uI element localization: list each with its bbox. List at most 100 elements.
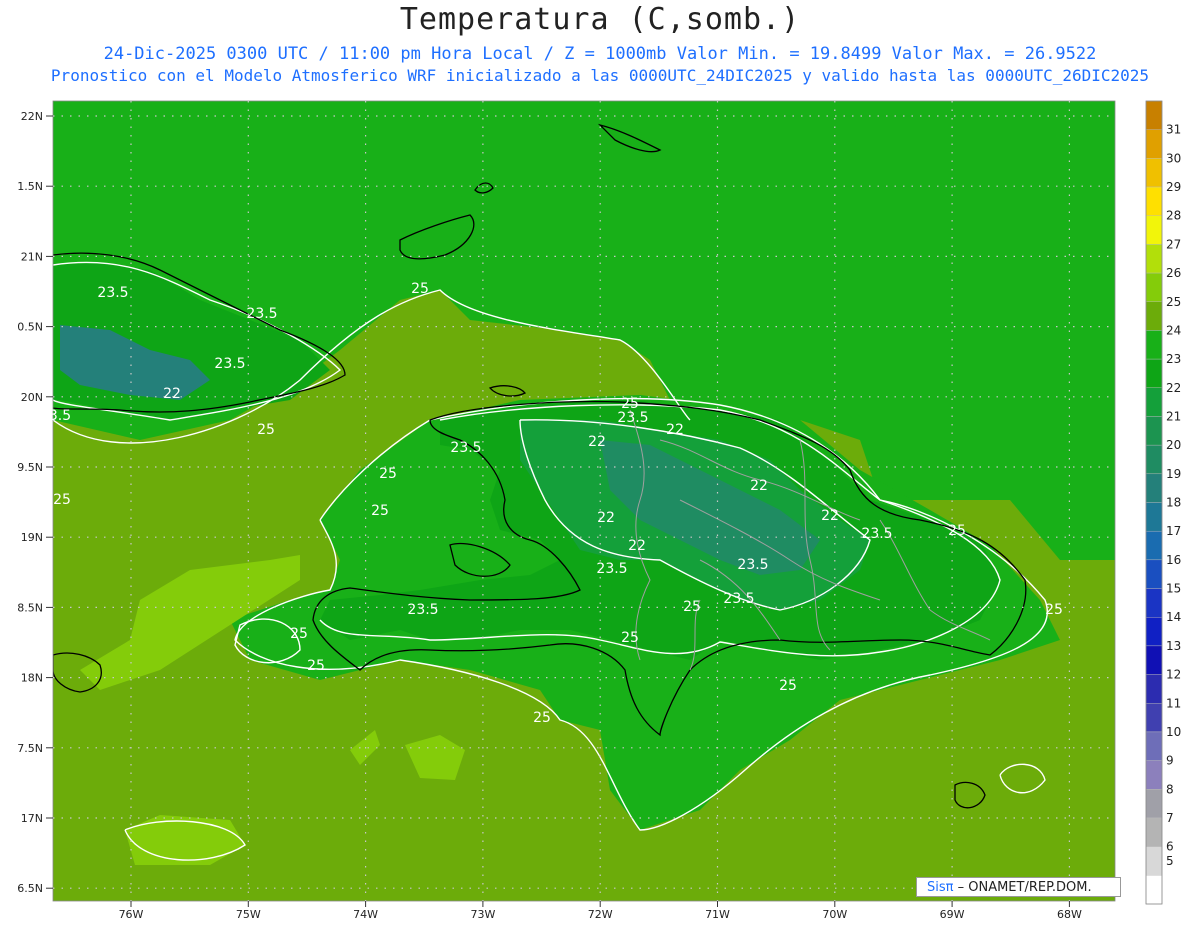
longitude-label: 68W (1057, 908, 1082, 921)
latitude-label: 9.5N (17, 461, 43, 474)
colorbar-swatch (1145, 645, 1163, 675)
contour-label: 25 (621, 630, 639, 646)
colorbar-swatch (1145, 129, 1163, 159)
contour-label: 23.5 (617, 410, 648, 426)
colorbar-swatch (1145, 617, 1163, 647)
latitude-label: 21N (21, 250, 43, 263)
sisp-logo: Sisπ (927, 880, 954, 895)
contour-label: 25 (379, 466, 397, 482)
latitude-label: 22N (21, 110, 43, 123)
latitude-label: 0.5N (17, 321, 43, 334)
contour-label: 25 (307, 658, 325, 674)
contour-label: 25 (371, 503, 389, 519)
temperature-map: 22N 1.5N 21N 0.5N 20N 9.5N 19N 8.5N 18N 7.5N 17N 6.… (17, 100, 1181, 921)
colorbar-swatch (1145, 760, 1163, 790)
colorbar-label: 19 (1166, 467, 1181, 481)
colorbar-swatch (1145, 703, 1163, 733)
colorbar-label: 7 (1166, 811, 1174, 825)
longitude-label: 75W (236, 908, 261, 921)
contour-label: 22 (628, 538, 646, 554)
contour-label: 23.5 (450, 440, 481, 456)
longitude-label: 69W (940, 908, 965, 921)
colorbar-label: 17 (1166, 524, 1181, 538)
colorbar-label: 11 (1166, 696, 1181, 710)
contour-label: 25 (1045, 602, 1063, 618)
colorbar-swatch (1145, 301, 1163, 331)
colorbar-swatch (1145, 846, 1163, 876)
latitude-label: 19N (21, 531, 43, 544)
colorbar-label: 5 (1166, 854, 1174, 868)
contour-label: 23.5 (737, 557, 768, 573)
colorbar-swatch (1145, 875, 1163, 905)
contour-label: 25 (533, 710, 551, 726)
colorbar-label: 6 (1166, 840, 1174, 854)
colorbar-swatch (1145, 559, 1163, 589)
colorbar-swatch (1145, 358, 1163, 388)
colorbar-swatch (1145, 588, 1163, 618)
colorbar-swatch (1145, 330, 1163, 360)
colorbar-swatch (1145, 789, 1163, 819)
latitude-label: 20N (21, 391, 43, 404)
colorbar-swatch (1145, 186, 1163, 216)
latitude-labels: 22N 1.5N 21N 0.5N 20N 9.5N 19N 8.5N 18N 7.5N 17N 6.… (17, 110, 43, 895)
longitude-label: 76W (119, 908, 144, 921)
contour-label: 3.5 (49, 408, 71, 424)
map-plot-area (53, 101, 1115, 901)
colorbar-swatch (1145, 473, 1163, 503)
longitude-label: 73W (470, 908, 495, 921)
contour-label: 25 (53, 492, 71, 508)
colorbar-swatch (1145, 158, 1163, 188)
credit-text: – ONAMET/REP.DOM. (953, 880, 1092, 895)
contour-label: 22 (597, 510, 615, 526)
colorbar-swatch (1145, 674, 1163, 704)
colorbar-label: 13 (1166, 639, 1181, 653)
latitude-label: 17N (21, 812, 43, 825)
contour-label: 25 (948, 523, 966, 539)
colorbar-label: 15 (1166, 582, 1181, 596)
colorbar-label: 30 (1166, 151, 1181, 165)
contour-label: 23.5 (861, 526, 892, 542)
colorbar-swatch (1145, 215, 1163, 245)
longitude-label: 72W (588, 908, 613, 921)
colorbar-label: 27 (1166, 237, 1181, 251)
contour-label: 23.5 (214, 356, 245, 372)
colorbar-label: 22 (1166, 381, 1181, 395)
contour-label: 23.5 (596, 561, 627, 577)
longitude-labels: 76W 75W 74W 73W 72W 71W 70W 69W 68W (119, 908, 1082, 921)
temperature-colorbar: 31 30 29 28 27 26 25 24 23 22 21 20 19 18 17 16 15 14 13 12… (1145, 100, 1181, 905)
colorbar-label: 24 (1166, 323, 1181, 337)
colorbar-swatch (1145, 530, 1163, 561)
contour-label: 22 (588, 434, 606, 450)
latitude-label: 8.5N (17, 601, 43, 614)
contour-label: 22 (163, 386, 181, 402)
longitude-label: 74W (353, 908, 378, 921)
colorbar-label: 25 (1166, 295, 1181, 309)
colorbar-swatch (1145, 502, 1163, 532)
contour-label: 25 (290, 626, 308, 642)
longitude-label: 71W (705, 908, 730, 921)
colorbar-swatch (1145, 387, 1163, 417)
colorbar-swatch (1145, 272, 1163, 302)
contour-label: 22 (821, 508, 839, 524)
latitude-label: 1.5N (17, 180, 43, 193)
colorbar-label: 28 (1166, 209, 1181, 223)
colorbar-label: 31 (1166, 123, 1181, 137)
contour-label: 25 (257, 422, 275, 438)
contour-label: 25 (683, 599, 701, 615)
colorbar-swatch (1145, 444, 1163, 475)
contour-label: 23.5 (246, 306, 277, 322)
contour-label: 22 (750, 478, 768, 494)
contour-label: 23.5 (97, 285, 128, 301)
colorbar-label: 14 (1166, 610, 1181, 624)
contour-label: 25 (411, 281, 429, 297)
colorbar-label: 23 (1166, 352, 1181, 366)
contour-label: 25 (779, 678, 797, 694)
colorbar-swatch (1145, 817, 1163, 847)
colorbar-swatch (1145, 100, 1163, 130)
latitude-label: 18N (21, 672, 43, 685)
colorbar-label: 16 (1166, 553, 1181, 567)
colorbar-label: 21 (1166, 409, 1181, 423)
colorbar-label: 26 (1166, 266, 1181, 280)
colorbar-swatch (1145, 416, 1163, 446)
longitude-label: 70W (822, 908, 847, 921)
